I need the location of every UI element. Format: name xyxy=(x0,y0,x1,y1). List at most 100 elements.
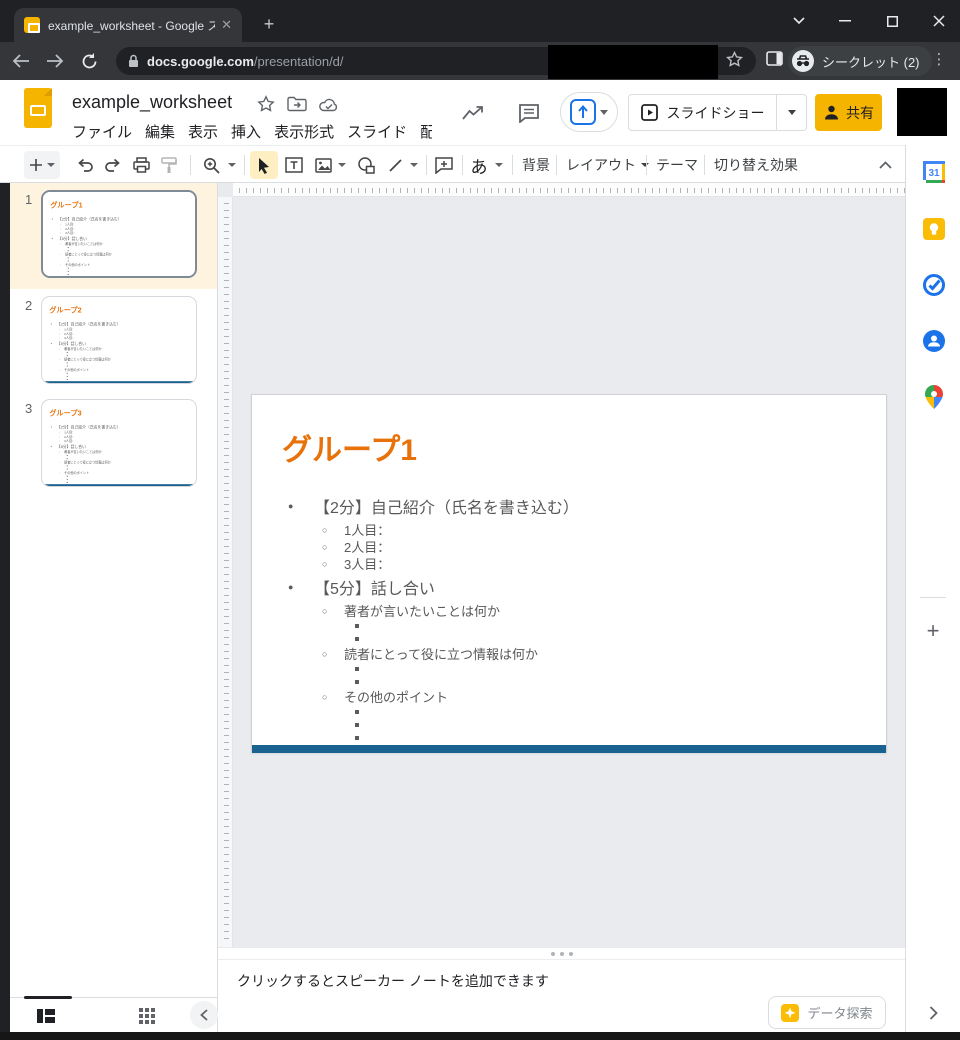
google-maps-icon[interactable] xyxy=(922,385,946,409)
incognito-badge[interactable]: シークレット (2) xyxy=(788,46,932,76)
paint-format-button[interactable] xyxy=(156,151,182,179)
zoom-dropdown[interactable] xyxy=(224,151,240,179)
slide-thumbnail-preview: グループ3 ●【2分】自己紹介（氏名を書き込む）○1人目：○2人目：○3人目：●【… xyxy=(42,400,194,486)
tab-close-icon[interactable]: ✕ xyxy=(221,17,232,33)
tab-search-icon[interactable] xyxy=(776,0,822,42)
bullet-item[interactable]: ○著者が言いたいことは何か xyxy=(252,602,876,619)
back-icon[interactable] xyxy=(8,48,34,74)
move-folder-icon[interactable] xyxy=(287,94,307,114)
bookmark-star-icon[interactable] xyxy=(726,51,743,68)
text-format-dropdown[interactable] xyxy=(492,151,506,179)
cloud-saved-icon[interactable] xyxy=(319,94,339,114)
explore-button[interactable]: データ探索 xyxy=(768,996,886,1029)
comment-history-icon[interactable] xyxy=(516,100,542,126)
reload-icon[interactable] xyxy=(76,48,102,74)
insert-comment-button[interactable] xyxy=(430,151,458,179)
window-minimize-button[interactable] xyxy=(822,0,868,42)
forward-icon[interactable] xyxy=(42,48,68,74)
insert-shape-button[interactable] xyxy=(352,151,380,179)
filmstrip-scrollbar[interactable] xyxy=(24,996,72,999)
theme-button[interactable]: テーマ xyxy=(656,151,698,179)
get-addons-icon[interactable]: + xyxy=(922,620,944,642)
slide-title-text[interactable]: グループ2 xyxy=(49,304,81,315)
slide-page[interactable]: グループ1 ●【2分】自己紹介（氏名を書き込む）○1人目：○2人目：○3人目：●【… xyxy=(251,394,887,753)
filmstrip-view-icon[interactable] xyxy=(34,1004,58,1028)
browser-menu-icon[interactable]: ⋮ xyxy=(930,48,948,72)
new-slide-button[interactable] xyxy=(24,151,60,179)
menu-item[interactable]: 表示形式 xyxy=(274,121,334,143)
slide-title-text[interactable]: グループ1 xyxy=(282,425,417,469)
grid-view-icon[interactable] xyxy=(135,1004,159,1028)
star-document-icon[interactable] xyxy=(256,94,276,114)
slide-body-text[interactable]: ●【2分】自己紹介（氏名を書き込む）○1人目：○2人目：○3人目：●【5分】話し… xyxy=(42,320,192,381)
bullet-glyph xyxy=(67,465,68,466)
text-box-tool-button[interactable] xyxy=(280,151,308,179)
bullet-item[interactable]: ○2人目： xyxy=(252,538,876,555)
bullet-item[interactable]: ○3人目： xyxy=(252,555,876,572)
bullet-item[interactable]: ●【5分】話し合い xyxy=(252,572,876,602)
slideshow-button[interactable]: スライドショー xyxy=(628,94,777,131)
document-title[interactable]: example_worksheet xyxy=(72,92,232,113)
slide-thumbnail-preview: グループ1 ●【2分】自己紹介（氏名を書き込む）○1人目：○2人目：○3人目：●【… xyxy=(43,192,195,278)
collapse-filmstrip-icon[interactable] xyxy=(190,1001,218,1029)
bullet-item[interactable] xyxy=(252,718,876,731)
chevron-down-icon xyxy=(788,110,796,115)
redo-button[interactable] xyxy=(100,151,126,179)
background-button[interactable]: 背景 xyxy=(522,151,550,179)
google-keep-icon[interactable] xyxy=(922,217,946,241)
window-close-button[interactable] xyxy=(916,0,960,42)
expand-side-panel-icon[interactable] xyxy=(920,1000,946,1026)
document-activity-icon[interactable] xyxy=(460,100,486,126)
transition-button[interactable]: 切り替え効果 xyxy=(714,151,798,179)
slides-logo-icon[interactable] xyxy=(24,88,52,128)
menu-item[interactable]: 編集 xyxy=(145,121,175,143)
zoom-button[interactable] xyxy=(198,151,224,179)
slide-thumbnail[interactable]: グループ2 ●【2分】自己紹介（氏名を書き込む）○1人目：○2人目：○3人目：●【… xyxy=(41,296,197,384)
slides-header: example_worksheet ファイル編集表示挿入表示形式スライド配置 xyxy=(0,80,960,145)
select-tool-button[interactable] xyxy=(250,151,278,179)
bullet-item[interactable] xyxy=(252,662,876,675)
bullet-item[interactable]: ○その他のポイント xyxy=(252,688,876,705)
share-person-icon xyxy=(823,105,840,120)
layout-button[interactable]: レイアウト xyxy=(566,151,649,179)
google-calendar-icon[interactable]: 31 xyxy=(922,160,946,184)
slide-body-text[interactable]: ●【2分】自己紹介（氏名を書き込む）○1人目：○2人目：○3人目：●【5分】話し… xyxy=(43,215,193,276)
slide-thumbnail[interactable]: グループ1 ●【2分】自己紹介（氏名を書き込む）○1人目：○2人目：○3人目：●【… xyxy=(41,190,197,278)
text-format-button[interactable]: あ xyxy=(468,151,490,179)
undo-button[interactable] xyxy=(72,151,98,179)
bullet-item[interactable]: ●【2分】自己紹介（氏名を書き込む） xyxy=(252,491,876,521)
window-maximize-button[interactable] xyxy=(869,0,915,42)
print-button[interactable] xyxy=(128,151,154,179)
slide-canvas[interactable]: グループ1 ●【2分】自己紹介（氏名を書き込む）○1人目：○2人目：○3人目：●【… xyxy=(233,197,905,947)
new-tab-button[interactable]: + xyxy=(258,14,280,36)
insert-line-button[interactable] xyxy=(382,151,408,179)
insert-image-button[interactable] xyxy=(310,151,336,179)
present-button[interactable] xyxy=(560,92,618,132)
bullet-item[interactable] xyxy=(252,731,876,744)
menu-item[interactable]: 表示 xyxy=(188,121,218,143)
avatar[interactable] xyxy=(897,88,947,136)
menu-item[interactable]: ファイル xyxy=(72,121,132,143)
slide-body-text[interactable]: ●【2分】自己紹介（氏名を書き込む）○1人目：○2人目：○3人目：●【5分】話し… xyxy=(42,423,192,484)
bullet-item[interactable] xyxy=(252,619,876,632)
side-panel-icon[interactable] xyxy=(766,51,783,66)
bullet-item[interactable] xyxy=(252,705,876,718)
line-dropdown[interactable] xyxy=(406,151,422,179)
google-tasks-icon[interactable] xyxy=(922,273,946,297)
bullet-item[interactable]: ○読者にとって役に立つ情報は何か xyxy=(252,645,876,662)
menu-item[interactable]: スライド xyxy=(347,121,407,143)
menu-item[interactable]: 挿入 xyxy=(231,121,261,143)
slide-title-text[interactable]: グループ3 xyxy=(49,407,81,418)
notes-resize-handle[interactable] xyxy=(218,947,905,959)
google-contacts-icon[interactable] xyxy=(922,329,946,353)
share-button[interactable]: 共有 xyxy=(815,94,882,131)
bullet-item[interactable]: ○1人目： xyxy=(252,521,876,538)
slide-thumbnail[interactable]: グループ3 ●【2分】自己紹介（氏名を書き込む）○1人目：○2人目：○3人目：●【… xyxy=(41,399,197,487)
image-dropdown[interactable] xyxy=(334,151,350,179)
slide-body-text[interactable]: ●【2分】自己紹介（氏名を書き込む）○1人目：○2人目：○3人目：●【5分】話し… xyxy=(252,491,876,744)
bullet-text: 3人目： xyxy=(64,335,75,340)
slideshow-dropdown-button[interactable] xyxy=(777,94,807,131)
browser-tab[interactable]: example_worksheet - Google スラ ✕ xyxy=(14,8,242,42)
collapse-toolbar-icon[interactable] xyxy=(872,151,898,179)
slide-title-text[interactable]: グループ1 xyxy=(50,199,82,210)
